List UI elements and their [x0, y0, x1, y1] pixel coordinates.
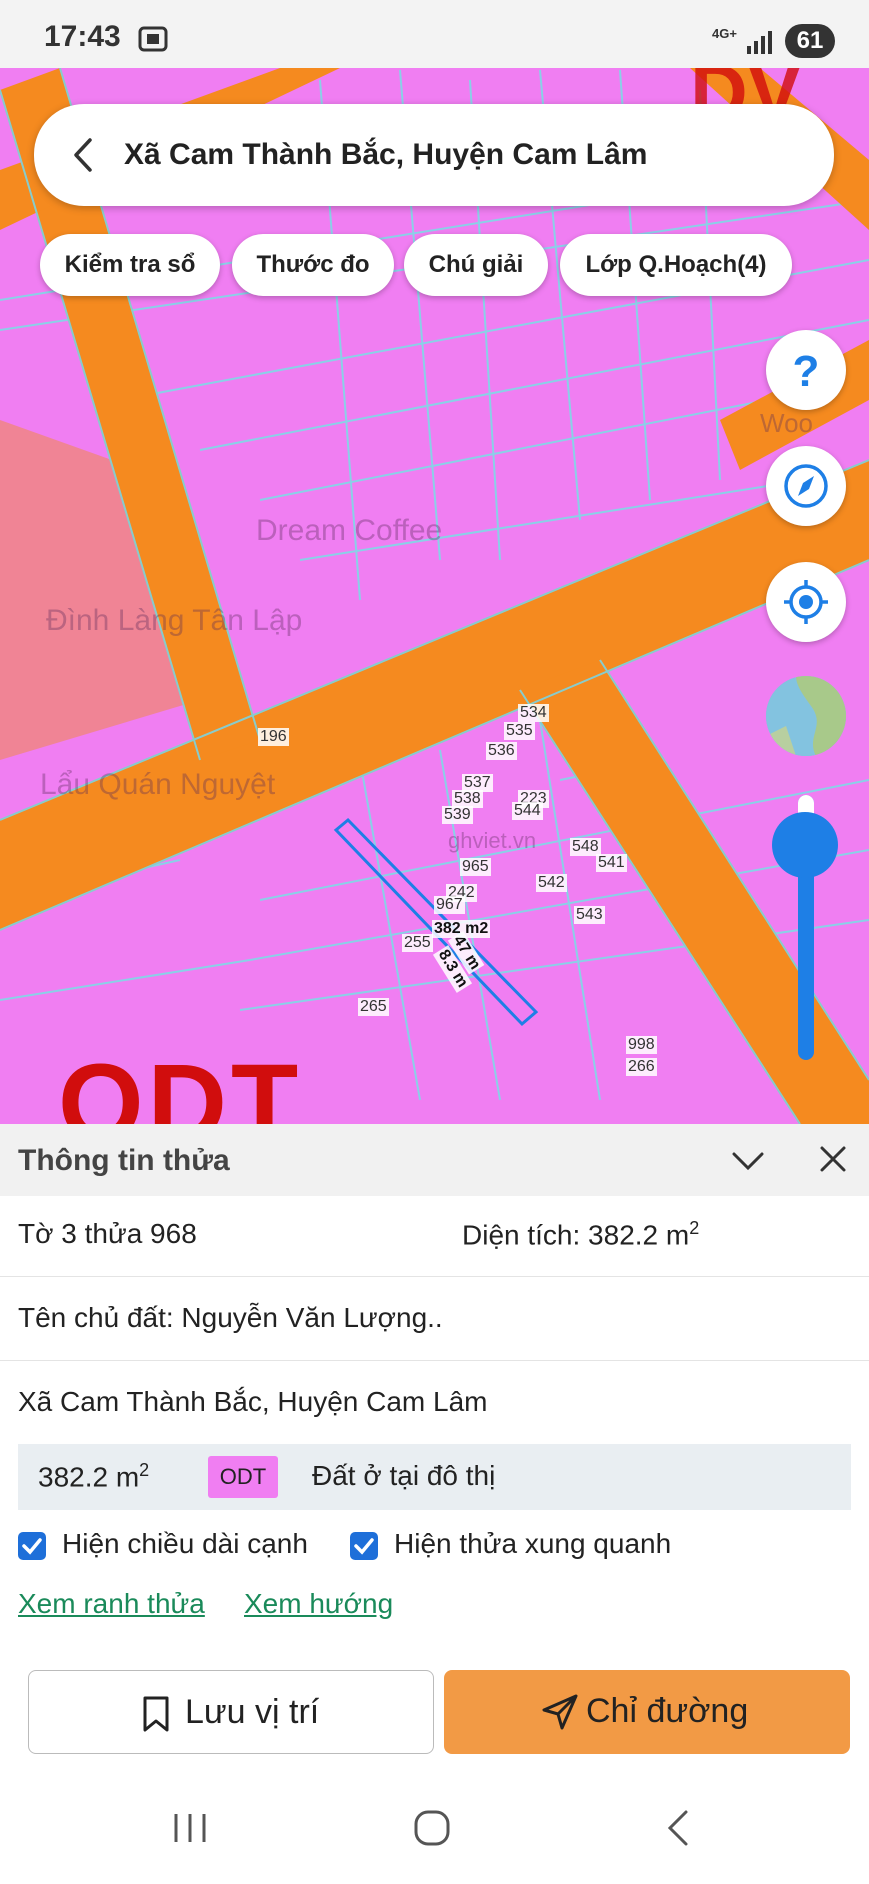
location-title[interactable]: Xã Cam Thành Bắc, Huyện Cam Lâm: [124, 138, 647, 172]
home-icon[interactable]: [412, 1808, 452, 1853]
parcel-number[interactable]: 535: [504, 722, 535, 740]
land-area: 382.2 m2: [38, 1460, 149, 1493]
parcel-number[interactable]: 967: [434, 896, 465, 914]
parcel-number[interactable]: 965: [460, 858, 491, 876]
zone-code-label: ODT: [58, 1042, 303, 1124]
satellite-layer-icon: [766, 676, 846, 756]
view-boundary-link[interactable]: Xem ranh thửa: [18, 1588, 205, 1620]
parcel-number[interactable]: 266: [626, 1058, 657, 1076]
show-neighbors-label[interactable]: Hiện thửa xung quanh: [394, 1528, 671, 1560]
close-icon[interactable]: [816, 1142, 850, 1181]
parcel-area: Diện tích: 382.2 m2: [462, 1218, 699, 1251]
land-code-badge: ODT: [208, 1456, 278, 1498]
panel-title: Thông tin thửa: [18, 1144, 230, 1177]
zoom-slider-thumb[interactable]: [772, 812, 838, 878]
poi-label: Đình Làng Tân Lập: [46, 604, 303, 637]
parcel-number[interactable]: 544: [512, 802, 543, 820]
svg-text:?: ?: [793, 347, 820, 394]
signal-icon: [746, 30, 772, 59]
gps-locate-icon: [784, 580, 828, 624]
parcel-number[interactable]: 536: [486, 742, 517, 760]
parcel-number[interactable]: 255: [402, 934, 433, 952]
land-area-value: 382.2 m: [38, 1461, 140, 1493]
question-icon: ?: [793, 347, 820, 394]
save-location-label: Lưu vị trí: [185, 1693, 320, 1731]
poi-label: Dream Coffee: [256, 514, 443, 547]
save-location-button[interactable]: Lưu vị trí: [28, 1670, 434, 1754]
parcel-number[interactable]: 534: [518, 704, 549, 722]
poi-label: Lẩu Quán Nguyệt: [40, 768, 276, 801]
help-button[interactable]: ?: [766, 330, 846, 410]
parcel-info-panel: Thông tin thửa Tờ 3 thửa 968 Diện tích: …: [0, 1124, 869, 1884]
parcel-number[interactable]: 541: [596, 854, 627, 872]
bookmark-icon: [141, 1695, 171, 1738]
parcel-number[interactable]: 539: [442, 806, 473, 824]
system-nav-bar: [0, 1780, 869, 1884]
divider: [0, 1360, 869, 1361]
status-time: 17:43: [44, 20, 121, 53]
planning-layer-chip[interactable]: Lớp Q.Hoạch(4): [560, 234, 792, 296]
land-type: Đất ở tại đô thị: [312, 1460, 496, 1491]
owner-name: Tên chủ đất: Nguyễn Văn Lượng..: [18, 1302, 443, 1333]
parcel-number[interactable]: 543: [574, 906, 605, 924]
send-arrow-icon: [540, 1692, 580, 1737]
recent-apps-icon[interactable]: [170, 1808, 210, 1853]
satellite-layer-button[interactable]: [766, 676, 846, 756]
ruler-chip[interactable]: Thước đo: [232, 234, 394, 296]
parcel-number[interactable]: 196: [258, 728, 289, 746]
area-unit-sup: 2: [689, 1218, 700, 1238]
back-arrow-icon[interactable]: [64, 134, 106, 176]
show-edge-length-checkbox[interactable]: [18, 1532, 46, 1560]
legend-chip[interactable]: Chú giải: [404, 234, 548, 296]
parcel-area-value: Diện tích: 382.2 m: [462, 1219, 690, 1251]
show-edge-length-label[interactable]: Hiện chiều dài cạnh: [62, 1528, 308, 1560]
location-search-bar[interactable]: Xã Cam Thành Bắc, Huyện Cam Lâm: [34, 104, 834, 206]
locate-button[interactable]: [766, 562, 846, 642]
land-use-row: 382.2 m2 ODT Đất ở tại đô thị: [18, 1444, 851, 1510]
sheet-parcel-number: Tờ 3 thửa 968: [18, 1218, 197, 1249]
directions-button[interactable]: Chỉ đường: [444, 1670, 850, 1754]
parcel-number[interactable]: 542: [536, 874, 567, 892]
back-nav-icon[interactable]: [660, 1808, 700, 1853]
directions-label: Chỉ đường: [586, 1692, 749, 1730]
view-direction-link[interactable]: Xem hướng: [244, 1588, 393, 1620]
check-book-chip[interactable]: Kiểm tra sổ: [40, 234, 220, 296]
parcel-address: Xã Cam Thành Bắc, Huyện Cam Lâm: [18, 1386, 488, 1417]
poi-label: Woo: [760, 408, 813, 438]
battery-indicator: 61: [785, 24, 835, 58]
parcel-number[interactable]: 265: [358, 998, 389, 1016]
land-area-sup: 2: [139, 1460, 150, 1480]
screenshot-icon: [138, 26, 168, 57]
map-canvas: DV: [0, 68, 869, 1124]
compass-icon: [784, 464, 828, 508]
panel-header: Thông tin thửa: [0, 1124, 869, 1196]
divider: [0, 1276, 869, 1277]
map-view[interactable]: DV Dream Coffee Đình Làng Tân Lập Lẩu Qu…: [0, 68, 869, 1124]
show-neighbors-checkbox[interactable]: [350, 1532, 378, 1560]
compass-button[interactable]: [766, 446, 846, 526]
map-watermark: ghviet.vn: [448, 828, 537, 853]
collapse-chevron-icon[interactable]: [730, 1144, 766, 1181]
status-bar: 17:43 4G+ 61: [0, 0, 869, 68]
parcel-number[interactable]: 998: [626, 1036, 657, 1054]
network-icon: 4G+: [712, 26, 737, 41]
